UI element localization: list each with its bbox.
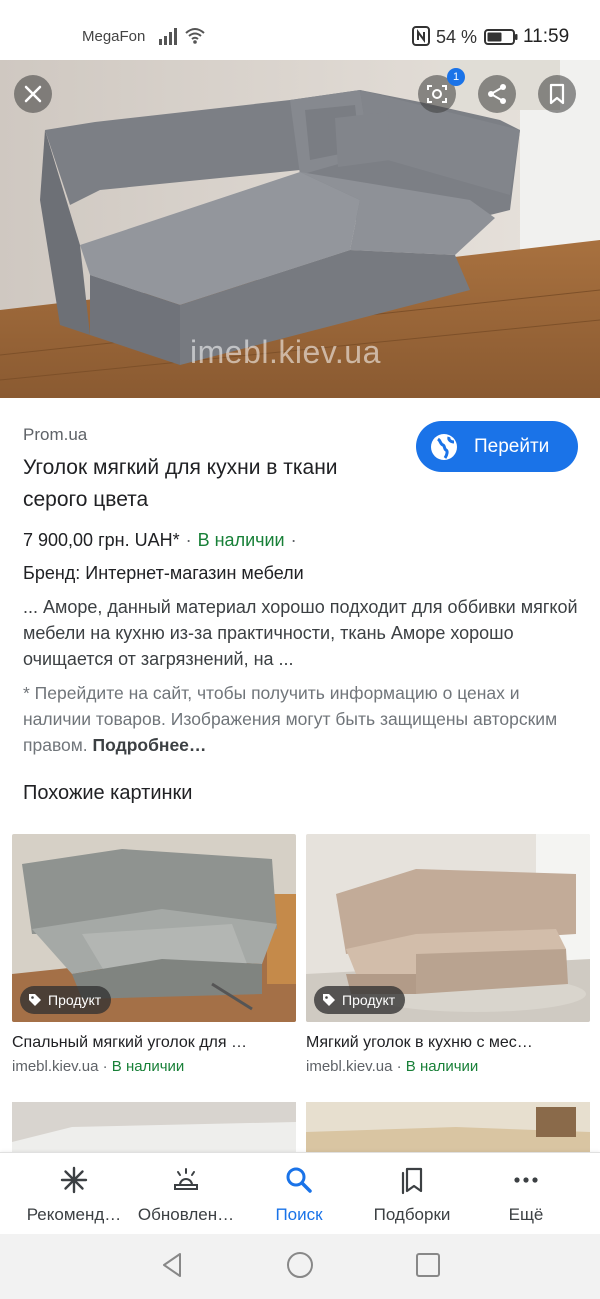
nav-more[interactable]: Ещё [466, 1165, 586, 1225]
lens-icon [427, 85, 447, 103]
card-sep: · [392, 1058, 406, 1075]
image-watermark: imebl.kiev.ua [190, 334, 381, 370]
lens-badge: 1 [447, 68, 465, 86]
price: 7 900,00 грн. UAH* [23, 530, 180, 550]
card-title: Мягкий уголок в кухню с мес… [306, 1034, 533, 1051]
card-meta: imebl.kiev.ua · В наличии [306, 1058, 590, 1075]
nav-label: Ещё [508, 1205, 544, 1224]
asterisk-icon [60, 1166, 88, 1194]
battery-percent: 54 % [436, 27, 478, 47]
card-sep: · [98, 1058, 112, 1075]
collections-icon [401, 1167, 423, 1195]
visit-label: Перейти [474, 435, 550, 457]
nav-search[interactable]: Поиск [239, 1165, 359, 1225]
sofa-thumbnail [306, 1102, 590, 1152]
nav-discover[interactable]: Рекоменд… [14, 1165, 134, 1225]
recents-icon[interactable] [414, 1250, 442, 1280]
price-row: 7 900,00 грн. UAH* · В наличии · [23, 530, 303, 551]
chip-label: Продукт [48, 992, 102, 1008]
wifi-icon [185, 28, 205, 44]
visit-button[interactable]: Перейти [416, 421, 578, 472]
save-button[interactable] [538, 75, 576, 113]
battery-icon [484, 29, 518, 45]
description: ... Аморе, данный материал хорошо подход… [23, 597, 578, 669]
result-title[interactable]: Уголок мягкий для кухни в ткани серого ц… [23, 452, 403, 516]
more-link[interactable]: Подробнее… [93, 735, 207, 755]
globe-icon [431, 433, 457, 460]
product-chip: Продукт [314, 986, 406, 1014]
card-availability: В наличии [111, 1058, 185, 1075]
card-image: Продукт [12, 834, 296, 1022]
hero-image[interactable]: imebl.kiev.ua [0, 60, 600, 398]
nav-label: Обновлен… [137, 1205, 235, 1224]
status-bar: MegaFon 54 % 11:59 [0, 0, 600, 60]
separator-dot: · [185, 530, 192, 550]
tag-icon [29, 994, 41, 1006]
source-site[interactable]: Prom.ua [23, 425, 87, 445]
similar-card[interactable]: Продукт Мягкий уголок в кухню с мес… ime… [306, 834, 590, 1075]
bottom-nav: Рекоменд… Обновлен… Поиск Подборки Ещё [0, 1152, 600, 1234]
separator-dot: · [290, 530, 297, 550]
brand: Бренд: Интернет-магазин мебели [23, 563, 304, 583]
updates-icon [174, 1168, 198, 1190]
tag-icon [323, 994, 335, 1006]
signal-icon [159, 28, 177, 45]
similar-card[interactable]: Продукт Спальный мягкий уголок для … ime… [12, 834, 296, 1075]
nfc-icon [412, 26, 430, 46]
card-site: imebl.kiev.ua [12, 1058, 99, 1075]
search-icon [286, 1167, 312, 1193]
similar-card-partial[interactable] [12, 1102, 296, 1152]
share-icon [488, 84, 506, 104]
sofa-thumbnail [12, 1102, 296, 1152]
nav-label: Подборки [373, 1205, 451, 1224]
more-dots-icon [514, 1177, 538, 1183]
home-icon[interactable] [285, 1250, 315, 1280]
card-availability: В наличии [405, 1058, 479, 1075]
nav-label: Поиск [275, 1205, 323, 1224]
nav-label: Рекоменд… [26, 1205, 122, 1224]
card-image: Продукт [306, 834, 590, 1022]
close-icon [24, 85, 42, 103]
similar-heading: Похожие картинки [23, 782, 193, 804]
card-site: imebl.kiev.ua [306, 1058, 393, 1075]
system-nav-bar [0, 1234, 600, 1299]
availability: В наличии [197, 530, 285, 550]
nav-collections[interactable]: Подборки [352, 1165, 472, 1225]
carrier-name: MegaFon [82, 28, 146, 45]
nav-updates[interactable]: Обновлен… [126, 1165, 246, 1225]
close-button[interactable] [14, 75, 52, 113]
similar-card-partial[interactable] [306, 1102, 590, 1152]
disclaimer: * Перейдите на сайт, чтобы получить инфо… [23, 680, 583, 758]
card-title: Спальный мягкий уголок для … [12, 1034, 247, 1051]
bookmark-icon [549, 83, 565, 105]
chip-label: Продукт [342, 992, 396, 1008]
product-chip: Продукт [20, 986, 112, 1014]
share-button[interactable] [478, 75, 516, 113]
card-meta: imebl.kiev.ua · В наличии [12, 1058, 296, 1075]
clock: 11:59 [523, 26, 570, 47]
back-icon[interactable] [158, 1250, 186, 1280]
